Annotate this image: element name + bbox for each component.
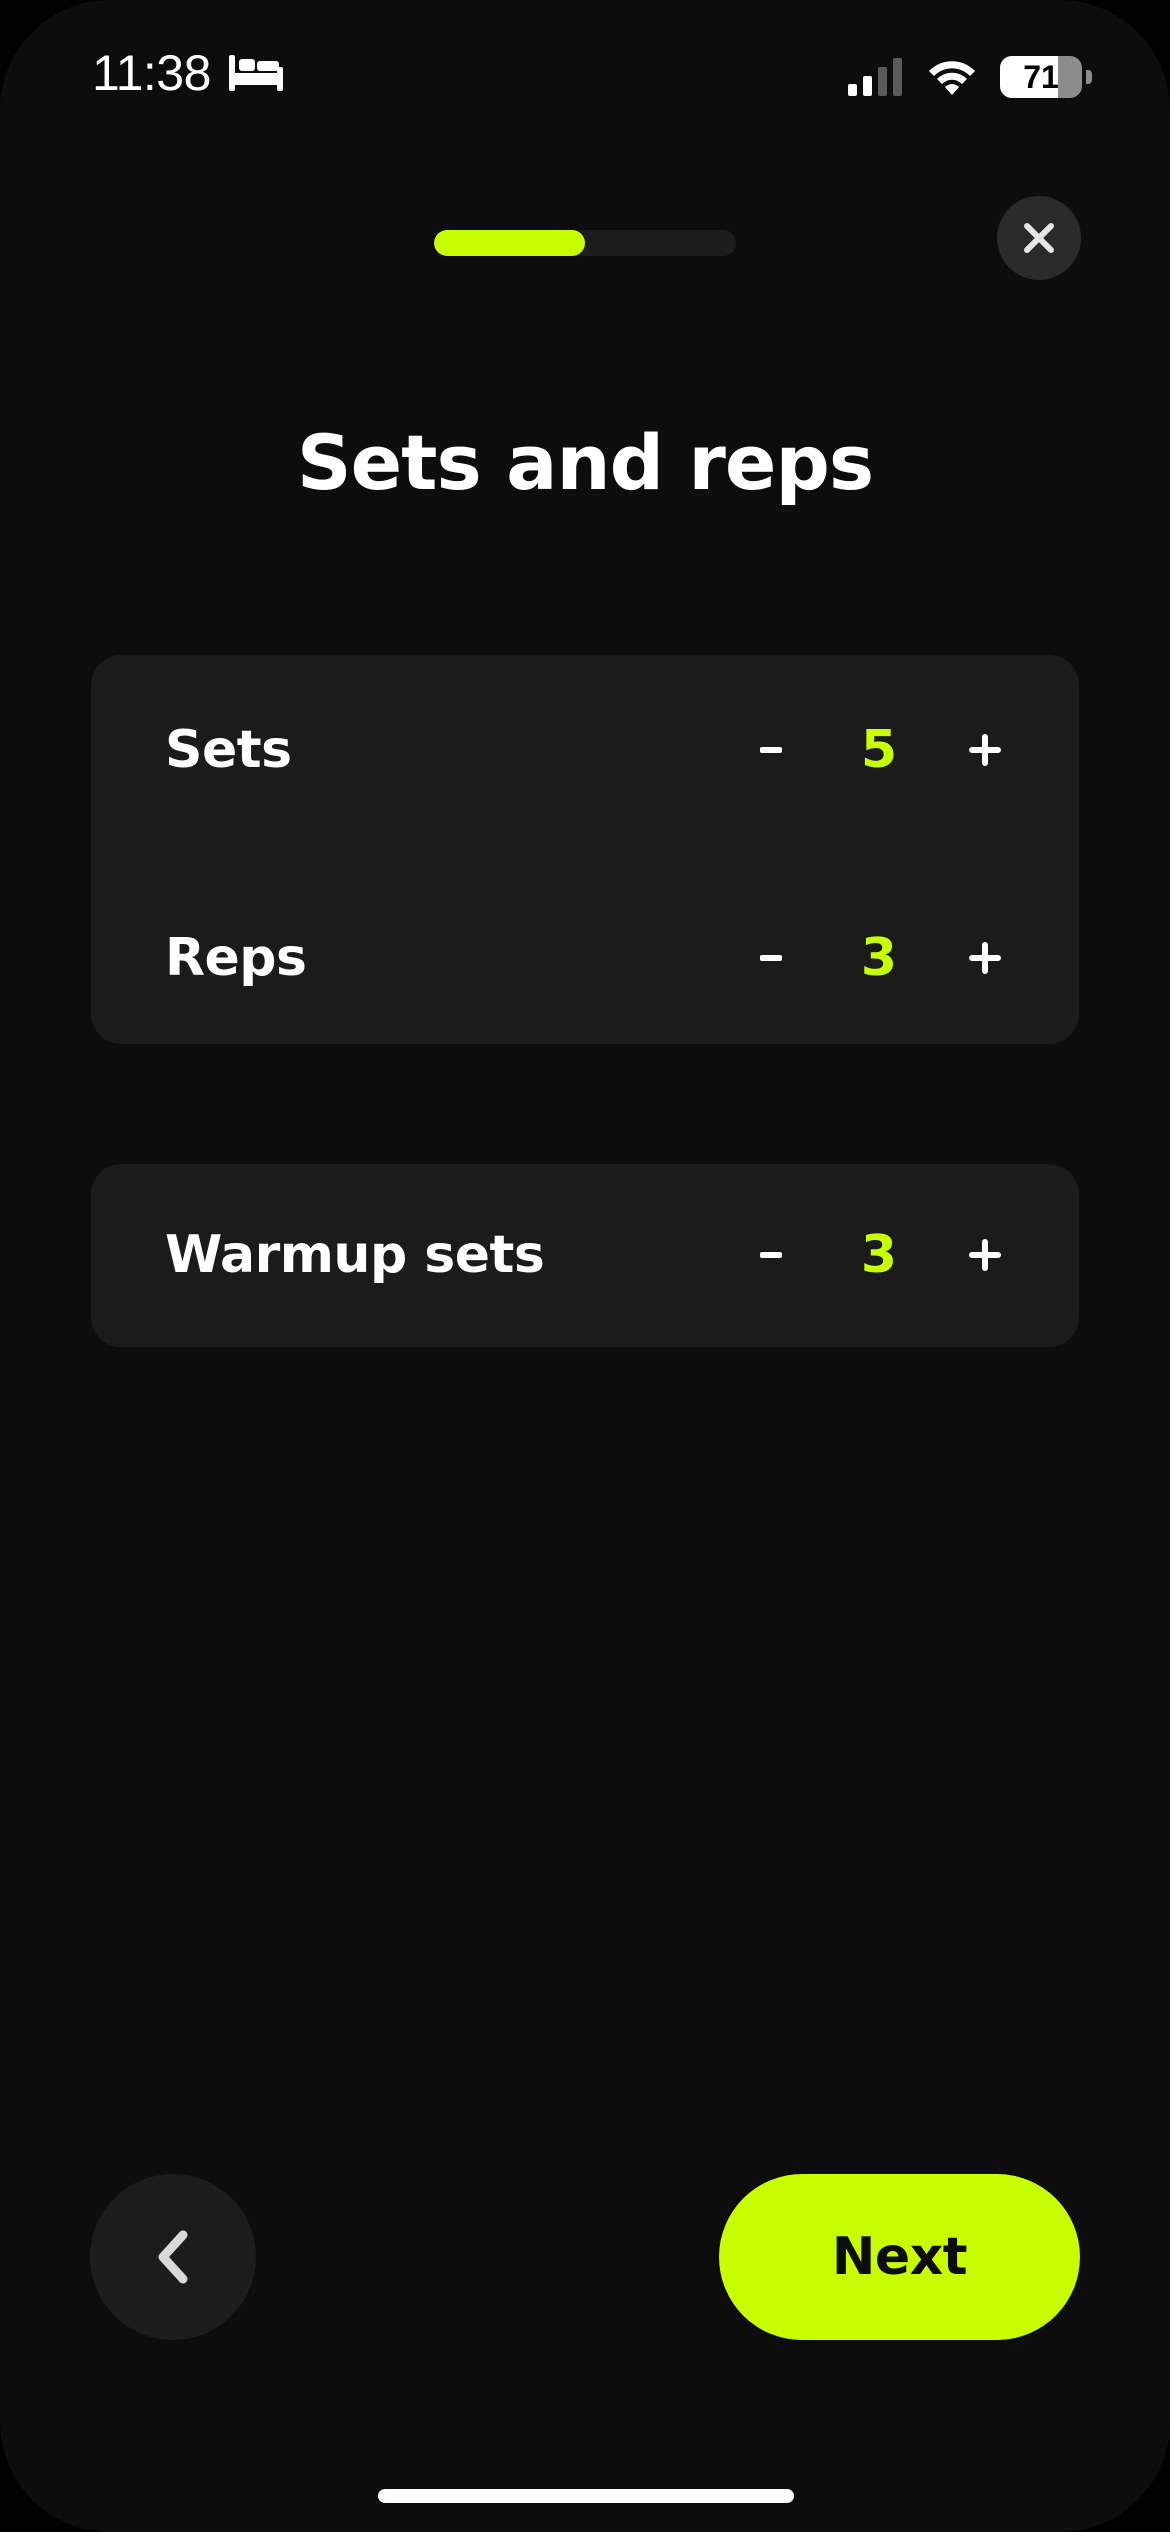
minus-icon [760,955,782,961]
battery-percent: 71 [1023,58,1059,95]
warmup-sets-decrement-button[interactable] [741,1225,801,1285]
home-indicator[interactable] [378,2489,794,2503]
battery-indicator: 71 [1000,56,1082,98]
minus-icon [760,1252,782,1258]
status-bar-time: 11:38 [92,44,285,102]
warmup-sets-label: Warmup sets [165,1225,545,1285]
sets-label: Sets [165,720,292,780]
reps-decrement-button[interactable] [741,928,801,988]
minus-icon [760,747,782,753]
reps-increment-button[interactable] [955,928,1015,988]
chevron-left-icon [158,2230,188,2284]
warmup-sets-value: 3 [860,1225,898,1285]
step-progress-bar [434,230,736,256]
status-bar-right: 71 [846,56,1092,98]
plus-icon [969,1239,1001,1271]
reps-value: 3 [860,928,898,988]
reps-row: Reps 3 [91,908,1079,1008]
battery-tip [1086,70,1092,84]
sets-row: Sets 5 [91,700,1079,800]
sets-increment-button[interactable] [955,720,1015,780]
status-time-text: 11:38 [92,45,211,101]
page-title: Sets and reps [296,418,874,507]
warmup-sets-increment-button[interactable] [955,1225,1015,1285]
close-icon [1024,223,1054,253]
sets-value: 5 [860,720,898,780]
close-button[interactable] [997,196,1081,280]
plus-icon [969,942,1001,974]
plus-icon [969,734,1001,766]
next-button[interactable]: Next [719,2174,1080,2340]
sets-reps-card: Sets 5 Reps 3 [91,655,1079,1044]
cellular-signal-icon [848,58,902,96]
wifi-icon [929,61,975,95]
bed-icon [228,55,283,91]
reps-label: Reps [165,928,307,988]
warmup-sets-row: Warmup sets 3 [91,1205,1079,1305]
warmup-card: Warmup sets 3 [91,1164,1079,1347]
screen: 11:38 71 Sets and reps Sets 5 Reps 3 War… [0,0,1170,2532]
sets-decrement-button[interactable] [741,720,801,780]
step-progress-fill [434,230,585,256]
next-button-label: Next [831,2227,968,2287]
back-button[interactable] [90,2174,256,2340]
